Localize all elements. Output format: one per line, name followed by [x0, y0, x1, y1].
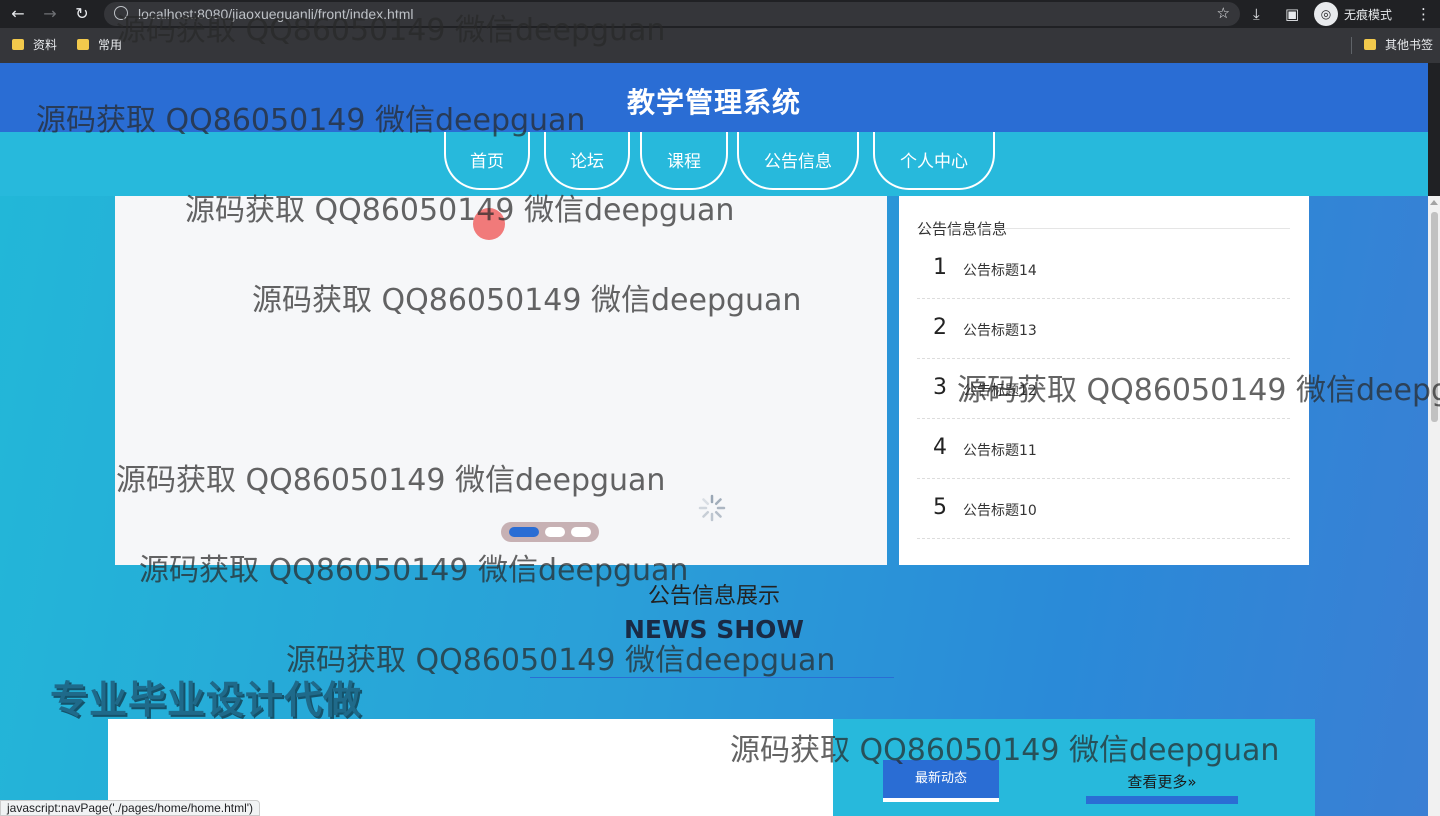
forward-icon[interactable]: → [40, 4, 60, 24]
divider [917, 228, 1290, 229]
notice-title[interactable]: 公告标题10 [963, 500, 1037, 520]
notice-title[interactable]: 公告标题11 [963, 440, 1037, 460]
notice-item[interactable]: 3 公告标题12 [917, 359, 1290, 419]
nav-home[interactable]: 首页 [444, 132, 530, 190]
bookmark-folder-ziliao[interactable]: 资料 [12, 37, 57, 53]
carousel-indicator [501, 522, 599, 542]
news-panel: 最新动态 查看更多» [833, 719, 1315, 816]
site-info-icon[interactable] [114, 6, 128, 20]
notice-number: 4 [933, 435, 947, 460]
notice-title[interactable]: 公告标题13 [963, 320, 1037, 340]
download-icon[interactable]: ⤓ [1253, 4, 1260, 24]
carousel-dot[interactable] [545, 527, 565, 537]
back-icon[interactable]: ← [8, 4, 28, 24]
notice-panel: 公告信息信息 1 公告标题14 2 公告标题13 3 公告标题12 4 公告标题… [899, 196, 1309, 565]
loading-spinner-icon [698, 494, 726, 522]
nav-notices[interactable]: 公告信息 [737, 132, 859, 190]
scrollbar-thumb[interactable] [1431, 212, 1438, 422]
click-indicator [473, 208, 505, 240]
nav-courses[interactable]: 课程 [640, 132, 728, 190]
reload-icon[interactable]: ↻ [72, 4, 92, 24]
page-content: 教学管理系统 首页 论坛 课程 公告信息 个人中心 公告信息信息 1 公告标题1… [0, 63, 1428, 816]
notice-item[interactable]: 2 公告标题13 [917, 299, 1290, 359]
notice-title[interactable]: 公告标题12 [963, 380, 1037, 400]
star-icon[interactable]: ☆ [1217, 4, 1230, 22]
notice-number: 3 [933, 375, 947, 400]
site-title: 教学管理系统 [626, 86, 801, 119]
bookmark-folder-other[interactable]: 其他书签 [1364, 37, 1433, 53]
address-bar[interactable]: localhost:8080/jiaoxueguanli/front/index… [104, 2, 1240, 26]
folder-icon [77, 39, 89, 50]
section-title-en: NEWS SHOW [623, 615, 805, 644]
carousel-dot[interactable] [571, 527, 591, 537]
view-more-underline [1086, 796, 1238, 804]
scroll-up-arrow-icon[interactable] [1430, 200, 1438, 205]
notice-item[interactable]: 1 公告标题14 [917, 239, 1290, 299]
bookmark-folder-changyong[interactable]: 常用 [77, 37, 122, 53]
sidepanel-icon[interactable]: ▣ [1285, 4, 1299, 24]
notice-item[interactable]: 5 公告标题10 [917, 479, 1290, 539]
notice-number: 1 [933, 255, 947, 280]
main-nav: 首页 论坛 课程 公告信息 个人中心 [0, 132, 1428, 196]
notice-number: 5 [933, 495, 947, 520]
tab-latest-news[interactable]: 最新动态 [883, 760, 999, 802]
carousel-dot-active[interactable] [509, 527, 539, 537]
site-header: 教学管理系统 [0, 63, 1428, 132]
status-bar-url: javascript:navPage('./pages/home/home.ht… [0, 800, 261, 816]
folder-icon [1364, 39, 1376, 50]
promo-text: 专业毕业设计代做 [50, 678, 363, 722]
view-more-link[interactable]: 查看更多» [1086, 771, 1238, 792]
menu-icon[interactable]: ⋮ [1416, 4, 1431, 24]
browser-toolbar: ← → ↻ localhost:8080/jiaoxueguanli/front… [0, 0, 1440, 28]
section-divider [530, 677, 894, 678]
banner-carousel[interactable] [115, 196, 887, 565]
nav-profile[interactable]: 个人中心 [873, 132, 995, 190]
incognito-label: 无痕模式 [1344, 8, 1393, 22]
notice-title[interactable]: 公告标题14 [963, 260, 1037, 280]
url-text: localhost:8080/jiaoxueguanli/front/index… [138, 6, 414, 22]
folder-icon [12, 39, 24, 50]
notice-number: 2 [933, 315, 947, 340]
notice-item[interactable]: 4 公告标题11 [917, 419, 1290, 479]
section-title-cn: 公告信息展示 [647, 584, 780, 609]
nav-forum[interactable]: 论坛 [544, 132, 630, 190]
bookmarks-bar: 资料 常用 其他书签 [0, 28, 1440, 63]
bookmark-divider [1351, 37, 1352, 54]
incognito-icon[interactable]: ◎ [1314, 2, 1338, 26]
